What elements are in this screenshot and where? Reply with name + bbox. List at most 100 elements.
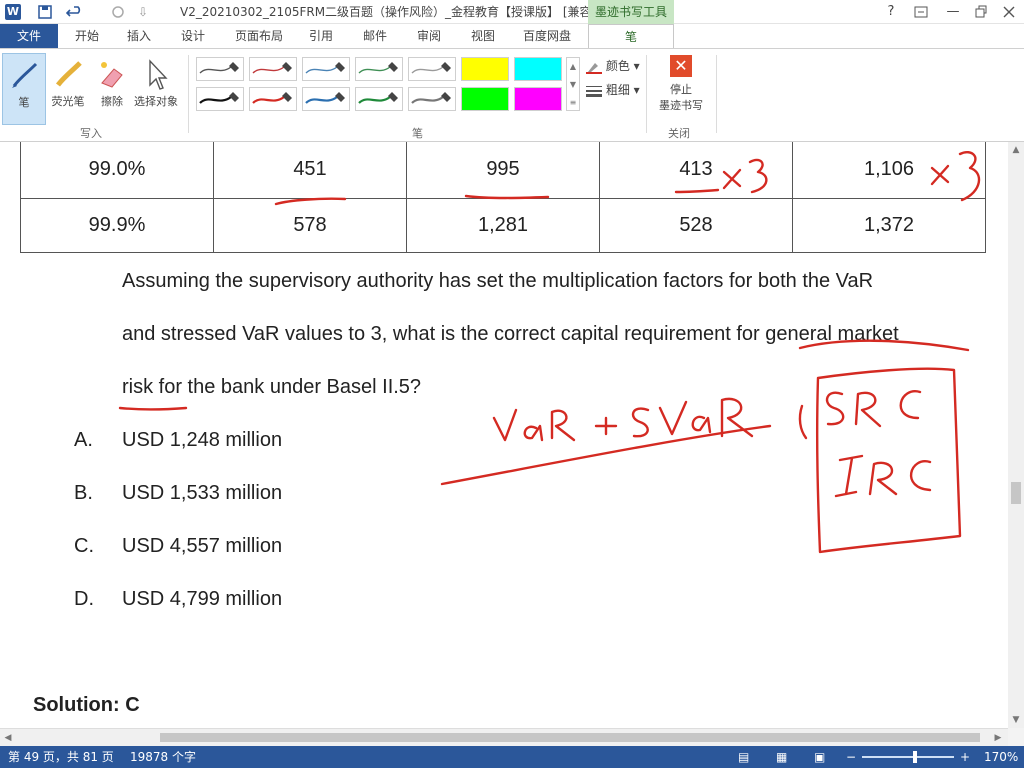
ink-letter xyxy=(523,424,544,442)
table-cell: 451 xyxy=(213,142,407,199)
status-bar: 第 49 页，共 81 页 19878 个字 ▤ ▦ ▣ − + 170% xyxy=(0,746,1024,768)
select-objects-label: 选择对象 xyxy=(134,95,178,108)
window-title: V2_20210302_2105FRM二级百题（操作风险）_金程教育【授课版】 … xyxy=(180,5,615,19)
option-c-text: USD 4,557 million xyxy=(122,535,283,557)
select-objects-button[interactable]: 选择对象 xyxy=(134,53,178,125)
option-a-letter: A. xyxy=(74,429,93,451)
pen-style-swatch[interactable] xyxy=(408,57,456,81)
close-icon[interactable] xyxy=(994,0,1024,24)
horizontal-scroll-thumb[interactable] xyxy=(160,733,980,742)
ink-letter xyxy=(868,461,898,496)
table-cell: 578 xyxy=(213,197,407,253)
web-layout-icon[interactable]: ▣ xyxy=(814,746,825,768)
scroll-right-icon[interactable]: ▶ xyxy=(990,729,1006,747)
pen-style-swatch[interactable] xyxy=(196,57,244,81)
pen-style-swatch[interactable] xyxy=(249,57,297,81)
scroll-up-icon[interactable]: ▲ xyxy=(1008,142,1024,158)
eraser-icon xyxy=(90,57,134,93)
restore-icon[interactable] xyxy=(966,0,996,24)
horizontal-scrollbar[interactable]: ◀ ▶ xyxy=(0,728,1008,746)
scroll-down-icon[interactable]: ▼ xyxy=(1008,712,1024,728)
zoom-slider-knob[interactable] xyxy=(913,751,917,763)
eraser-tool-button[interactable]: 擦除 xyxy=(90,53,134,125)
stop-inking-button[interactable]: ✕ 停止 墨迹书写 xyxy=(655,55,707,113)
pen-style-swatch[interactable] xyxy=(514,87,562,111)
tab-insert[interactable]: 插入 xyxy=(118,24,160,48)
ribbon-tabs: 文件 开始 插入 设计 页面布局 引用 邮件 审阅 视图 百度网盘 笔 登录 xyxy=(0,24,1024,67)
var-table: 99.0% 451 995 413 1,106 99.9% 578 1,281 … xyxy=(20,142,986,253)
option-a-text: USD 1,248 million xyxy=(122,429,283,451)
save-icon[interactable] xyxy=(38,0,52,24)
ribbon-separator xyxy=(716,55,717,133)
undo-icon[interactable] xyxy=(65,0,86,24)
stop-inking-label-1: 停止 xyxy=(670,83,692,96)
minimize-button[interactable]: — xyxy=(938,0,968,24)
ink-letter xyxy=(834,454,864,498)
group-label-write: 写入 xyxy=(80,127,102,140)
ink-letter xyxy=(691,415,712,434)
zoom-level[interactable]: 170% xyxy=(984,746,1018,768)
tab-home[interactable]: 开始 xyxy=(66,24,108,48)
table-cell: 1,372 xyxy=(792,197,986,253)
eraser-tool-label: 擦除 xyxy=(101,95,123,108)
word-logo-icon: W xyxy=(5,4,21,20)
zoom-out-icon[interactable]: − xyxy=(846,746,856,768)
option-d-text: USD 4,799 million xyxy=(122,588,283,610)
solution-text: Solution: C xyxy=(33,694,140,716)
tab-mailings[interactable]: 邮件 xyxy=(354,24,396,48)
pen-tool-label: 笔 xyxy=(18,96,30,109)
question-line-2: and stressed VaR values to 3, what is th… xyxy=(122,323,899,345)
pen-style-swatch[interactable] xyxy=(196,87,244,111)
pen-style-swatch[interactable] xyxy=(355,57,403,81)
gallery-scroll-icon[interactable]: ▲ ▼ ≡ xyxy=(566,57,580,111)
ribbon-separator xyxy=(646,55,647,133)
pen-color-button[interactable]: 颜色 ▾ xyxy=(586,57,640,74)
zoom-in-icon[interactable]: + xyxy=(960,746,970,768)
ink-letter xyxy=(550,409,576,442)
tab-baidu-netdisk[interactable]: 百度网盘 xyxy=(514,24,580,48)
pen-style-swatch[interactable] xyxy=(302,87,350,111)
table-cell: 99.9% xyxy=(20,197,214,253)
pen-style-swatch[interactable] xyxy=(461,87,509,111)
ink-letter xyxy=(631,407,650,438)
page-count[interactable]: 第 49 页，共 81 页 xyxy=(8,746,114,768)
question-line-1: Assuming the supervisory authority has s… xyxy=(122,270,874,292)
word-window: W ⇩ V2_20210302_2105FRM二级百题（操作风险）_金程教育【授… xyxy=(0,0,1024,768)
tab-view[interactable]: 视图 xyxy=(462,24,504,48)
word-count[interactable]: 19878 个字 xyxy=(130,746,196,768)
tab-pen[interactable]: 笔 xyxy=(588,24,674,48)
ink-letter xyxy=(899,390,922,420)
tab-review[interactable]: 审阅 xyxy=(408,24,450,48)
ink-letter xyxy=(910,460,932,492)
tab-page-layout[interactable]: 页面布局 xyxy=(228,24,290,48)
vertical-scroll-thumb[interactable] xyxy=(1011,482,1021,504)
pen-style-swatch[interactable] xyxy=(408,87,456,111)
tab-design[interactable]: 设计 xyxy=(172,24,214,48)
redo-icon[interactable] xyxy=(110,0,126,24)
ink-underline xyxy=(118,406,188,411)
pen-style-swatch[interactable] xyxy=(514,57,562,81)
vertical-scrollbar[interactable]: ▲ ▼ xyxy=(1008,142,1024,728)
pen-style-swatch[interactable] xyxy=(302,57,350,81)
tab-file[interactable]: 文件 xyxy=(0,24,58,48)
highlighter-tool-button[interactable]: 荧光笔 xyxy=(46,53,90,125)
pen-thickness-button[interactable]: 粗细 ▾ xyxy=(586,81,640,98)
scroll-left-icon[interactable]: ◀ xyxy=(0,729,16,747)
zoom-slider[interactable] xyxy=(862,756,954,758)
customize-qat-icon[interactable]: ⇩ xyxy=(138,0,148,24)
pen-tool-button[interactable]: 笔 xyxy=(2,53,46,125)
help-button[interactable]: ? xyxy=(876,0,906,24)
table-cell: 995 xyxy=(406,142,600,199)
pen-style-swatch[interactable] xyxy=(355,87,403,111)
read-mode-icon[interactable]: ▤ xyxy=(738,746,749,768)
table-row: 99.0% 451 995 413 1,106 xyxy=(20,142,986,199)
ribbon-display-options-icon[interactable] xyxy=(906,0,936,24)
option-c-letter: C. xyxy=(74,535,94,557)
document-page[interactable]: 99.0% 451 995 413 1,106 99.9% 578 1,281 … xyxy=(0,142,1008,728)
tab-references[interactable]: 引用 xyxy=(300,24,342,48)
pen-style-swatch[interactable] xyxy=(461,57,509,81)
ribbon: 笔 荧光笔 擦除 选择对象 写入 ▲ ▼ ≡ 颜色 ▾ 粗细 ▾ 笔 ✕ 停止 … xyxy=(0,48,1024,142)
pen-style-swatch[interactable] xyxy=(249,87,297,111)
print-layout-icon[interactable]: ▦ xyxy=(776,746,787,768)
cursor-arrow-icon xyxy=(134,57,178,93)
